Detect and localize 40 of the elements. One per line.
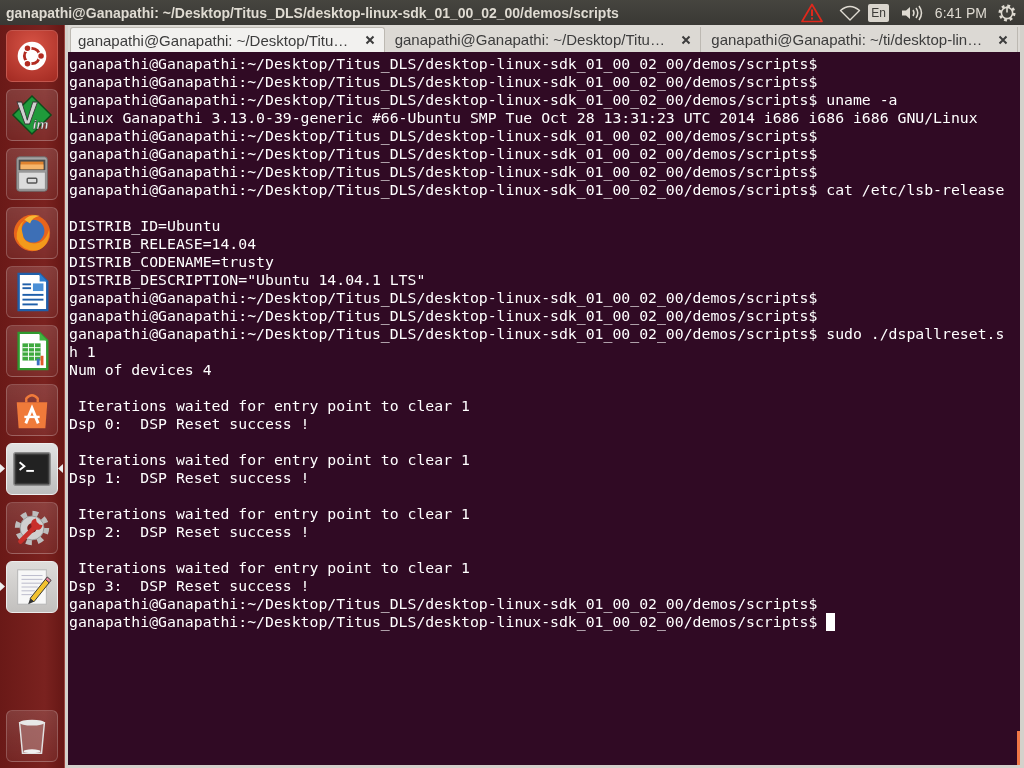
terminal-line: Dsp 1: DSP Reset success ! [69, 469, 310, 487]
terminal-line: ganapathi@Ganapathi:~/Desktop/Titus_DLS/desktop-linux-sdk_01_00_02_00/demos/scripts$ [69, 163, 818, 181]
terminal-line: Iterations waited for entry point to clear 1 [76, 505, 470, 523]
terminal-line: ganapathi@Ganapathi:~/Desktop/Titus_DLS/desktop-linux-sdk_01_00_02_00/demos/scripts$ [69, 73, 818, 91]
close-icon[interactable] [998, 34, 1008, 45]
close-icon[interactable] [681, 34, 692, 45]
clock-text[interactable]: 6:41 PM [934, 4, 987, 21]
terminal-line: Dsp 3: DSP Reset success ! [69, 577, 310, 595]
window-title: ganapathi@Ganapathi: ~/Desktop/Titus_DLS/desktop-linux-sdk_01_00_02_00/demos/scripts [6, 4, 619, 21]
terminal-line: Dsp 0: DSP Reset success ! [69, 415, 310, 433]
terminal-line: ganapathi@Ganapathi:~/Desktop/Titus_DLS/desktop-linux-sdk_01_00_02_00/demos/scripts$ [69, 145, 818, 163]
terminal-line: ganapathi@Ganapathi:~/Desktop/Titus_DLS/desktop-linux-sdk_01_00_02_00/demos/scripts$ [69, 127, 818, 145]
terminal-line: DISTRIB_RELEASE=14.04 [69, 235, 257, 253]
terminal-line: ganapathi@Ganapathi:~/Desktop/Titus_DLS/desktop-linux-sdk_01_00_02_00/demos/scripts$ [69, 595, 818, 613]
power-icon[interactable] [997, 2, 1017, 23]
terminal-line: ganapathi@Ganapathi:~/Desktop/Titus_DLS/desktop-linux-sdk_01_00_02_00/demos/scripts$ [69, 613, 818, 631]
terminal-line: Iterations waited for entry point to clear 1 [76, 559, 470, 577]
terminal-tab[interactable]: ganapathi@Ganapathi: ~/Desktop/Titu… [70, 27, 385, 52]
terminal-line: ganapathi@Ganapathi:~/Desktop/Titus_DLS/desktop-linux-sdk_01_00_02_00/demos/scripts$ [69, 289, 818, 307]
keyboard-layout-indicator[interactable]: En [868, 3, 889, 22]
volume-icon[interactable] [900, 4, 923, 21]
terminal-line: Linux Ganapathi 3.13.0-39-generic #66-Ubuntu SMP Tue Oct 28 13:31:23 UTC 2014 i686 i686 i686 GNU/Linux [69, 109, 978, 127]
terminal-line: ganapathi@Ganapathi:~/Desktop/Titus_DLS/desktop-linux-sdk_01_00_02_00/demos/scripts$ [69, 307, 818, 325]
scrollbar-thumb[interactable] [1017, 731, 1020, 765]
terminal-line: ganapathi@Ganapathi:~/Desktop/Titus_DLS/desktop-linux-sdk_01_00_02_00/demos/scripts$ cat /etc/lsb-release [69, 181, 1005, 199]
terminal-line: DISTRIB_CODENAME=trusty [69, 253, 274, 271]
launcher-button[interactable] [6, 30, 58, 82]
terminal-line: Num of devices 4 [69, 361, 212, 379]
wifi-icon[interactable] [839, 4, 862, 21]
close-icon[interactable] [364, 35, 375, 45]
terminal-line: ganapathi@Ganapathi:~/Desktop/Titus_DLS/desktop-linux-sdk_01_00_02_00/demos/scripts$ sudo ./dspallreset.s [69, 325, 1005, 343]
terminal-line: Dsp 2: DSP Reset success ! [69, 523, 310, 541]
terminal-line: ganapathi@Ganapathi:~/Desktop/Titus_DLS/desktop-linux-sdk_01_00_02_00/demos/scripts$ uname -a [69, 91, 898, 109]
terminal-line: ganapathi@Ganapathi:~/Desktop/Titus_DLS/desktop-linux-sdk_01_00_02_00/demos/scripts$ [69, 55, 818, 73]
terminal-line: DISTRIB_DESCRIPTION="Ubuntu 14.04.1 LTS" [69, 271, 426, 289]
terminal-line: DISTRIB_ID=Ubuntu [69, 217, 221, 235]
terminal-line: Iterations waited for entry point to clear 1 [76, 397, 470, 415]
fox-globe-icon [11, 212, 53, 254]
terminal-line: h 1 [69, 343, 96, 361]
terminal-line: Iterations waited for entry point to clear 1 [76, 451, 470, 469]
